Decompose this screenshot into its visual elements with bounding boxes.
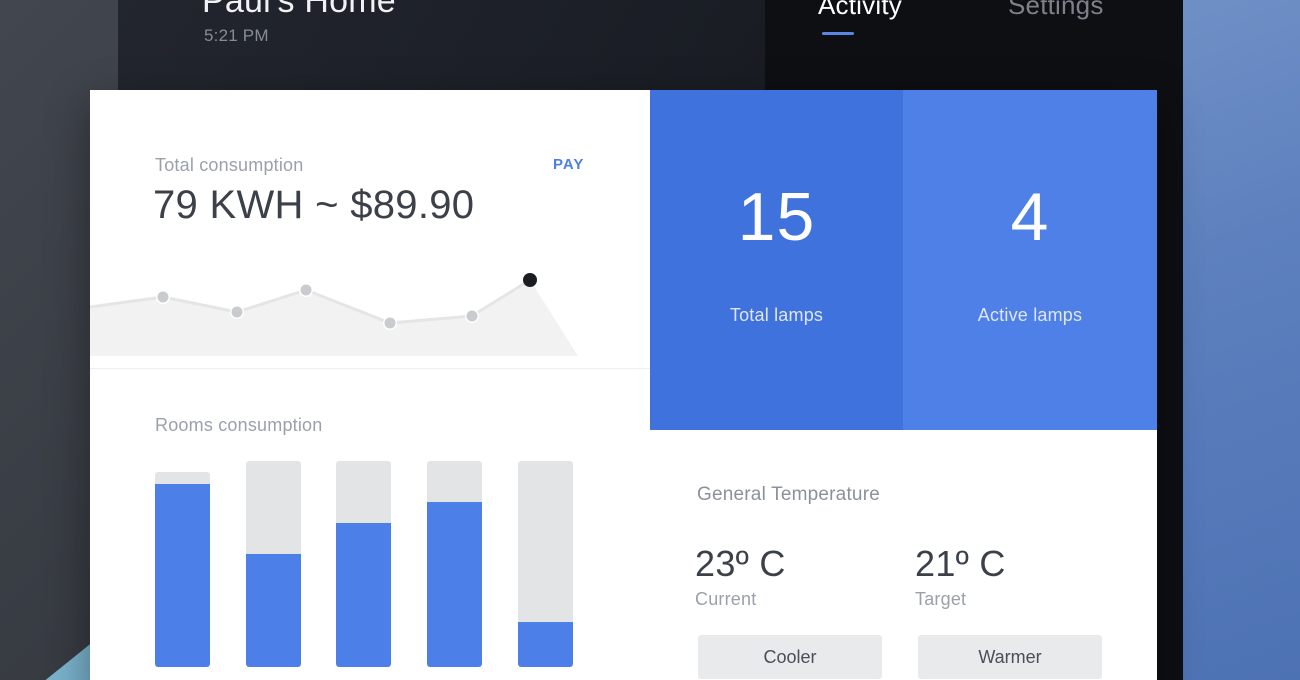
current-temperature-caption: Current — [695, 588, 757, 609]
dashboard-card: Total consumption PAY 79 KWH ~ $89.90 Ro… — [90, 90, 1157, 680]
room-bar-fill — [427, 502, 482, 667]
line-chart-point[interactable] — [466, 310, 478, 322]
pay-button[interactable]: PAY — [553, 156, 584, 173]
room-bar-track[interactable] — [246, 461, 301, 667]
target-temperature-caption: Target — [915, 588, 967, 609]
line-chart-point[interactable] — [231, 306, 243, 318]
target-temperature-block: 21º C Target — [915, 545, 1006, 610]
consumption-line-chart[interactable] — [90, 260, 650, 368]
temperature-title: General Temperature — [697, 484, 880, 505]
tab-active-indicator — [822, 32, 854, 35]
home-time: 5:21 PM — [204, 26, 269, 45]
left-column: Total consumption PAY 79 KWH ~ $89.90 Ro… — [90, 90, 650, 680]
cooler-button[interactable]: Cooler — [698, 635, 882, 679]
tab-bar: Activity Settings — [778, 0, 1183, 90]
room-bar-fill — [155, 483, 210, 667]
total-consumption-value: 79 KWH ~ $89.90 — [153, 183, 475, 227]
tab-activity[interactable]: Activity — [818, 0, 902, 21]
rooms-bar-chart[interactable] — [90, 461, 650, 680]
home-header: Paul's Home 5:21 PM — [118, 0, 765, 90]
active-lamps-caption: Active lamps — [977, 305, 1083, 325]
rooms-consumption-panel: Rooms consumption — [90, 369, 650, 680]
total-lamps-tile[interactable]: 15 Total lamps — [650, 90, 903, 430]
room-bar-fill — [336, 522, 391, 667]
line-chart-point[interactable] — [384, 317, 396, 329]
total-consumption-label: Total consumption — [155, 155, 304, 175]
current-temperature-block: 23º C Current — [695, 545, 786, 610]
room-bar-track[interactable] — [427, 461, 482, 667]
total-lamps-caption: Total lamps — [729, 305, 824, 325]
rooms-consumption-label: Rooms consumption — [155, 415, 323, 435]
room-bar-fill — [246, 553, 301, 667]
line-chart-point-active[interactable] — [523, 273, 537, 287]
lamp-summary-tiles: 15 Total lamps 4 Active lamps — [650, 90, 1157, 430]
active-lamps-tile[interactable]: 4 Active lamps — [903, 90, 1157, 430]
temperature-panel: General Temperature 23º C Current 21º C … — [650, 430, 1157, 680]
total-consumption-panel: Total consumption PAY 79 KWH ~ $89.90 — [90, 90, 650, 368]
target-temperature-value: 21º C — [915, 543, 1006, 584]
room-bar-track[interactable] — [518, 461, 573, 667]
line-chart-point[interactable] — [300, 284, 312, 296]
room-bar-track[interactable] — [155, 472, 210, 667]
home-title: Paul's Home — [202, 0, 396, 20]
total-lamps-count: 15 — [737, 179, 816, 255]
line-chart-point[interactable] — [157, 291, 169, 303]
warmer-button[interactable]: Warmer — [918, 635, 1102, 679]
current-temperature-value: 23º C — [695, 543, 786, 584]
room-bar-fill — [518, 621, 573, 667]
right-column: 15 Total lamps 4 Active lamps General Te… — [650, 90, 1157, 680]
room-bar-track[interactable] — [336, 461, 391, 667]
backdrop-right-gradient — [1180, 0, 1300, 680]
active-lamps-count: 4 — [1010, 179, 1050, 255]
tab-settings[interactable]: Settings — [1008, 0, 1104, 21]
